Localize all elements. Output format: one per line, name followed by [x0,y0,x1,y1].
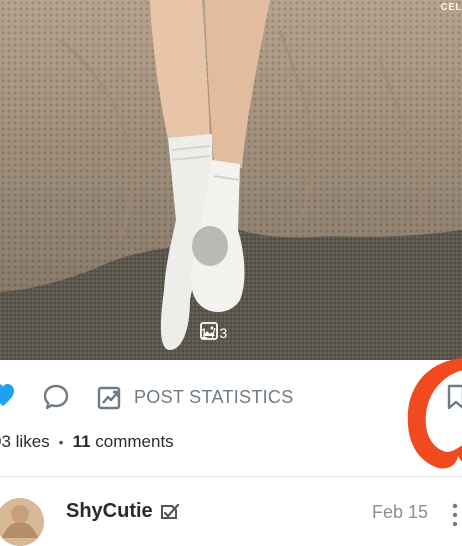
post-statistics-button[interactable]: POST STATISTICS [96,382,294,412]
post-statistics-label: POST STATISTICS [134,387,294,408]
author-row: ShyCutie Feb 15 [0,490,462,530]
avatar[interactable] [0,498,44,546]
comment-icon[interactable] [42,383,70,411]
photo-image [0,0,462,360]
heart-icon[interactable] [0,384,14,408]
likes-count[interactable]: 03 likes [0,432,50,452]
engagement-counts: 03 likes • 11 comments [0,430,174,454]
gallery-icon [200,322,218,340]
annotation-circle [384,352,462,482]
bookmark-icon[interactable] [446,383,462,411]
chart-icon [96,383,124,411]
comments-count[interactable]: 11 comments [73,432,174,452]
separator-dot: • [59,434,64,450]
post-photo[interactable]: CEL 1 / 3 [0,0,462,360]
divider [0,476,462,477]
post-date: Feb 15 [372,502,428,523]
watermark-text: CEL [441,2,462,13]
verified-icon [158,502,180,522]
more-options-icon[interactable] [448,500,462,530]
image-counter: 1 / 3 [200,322,227,344]
